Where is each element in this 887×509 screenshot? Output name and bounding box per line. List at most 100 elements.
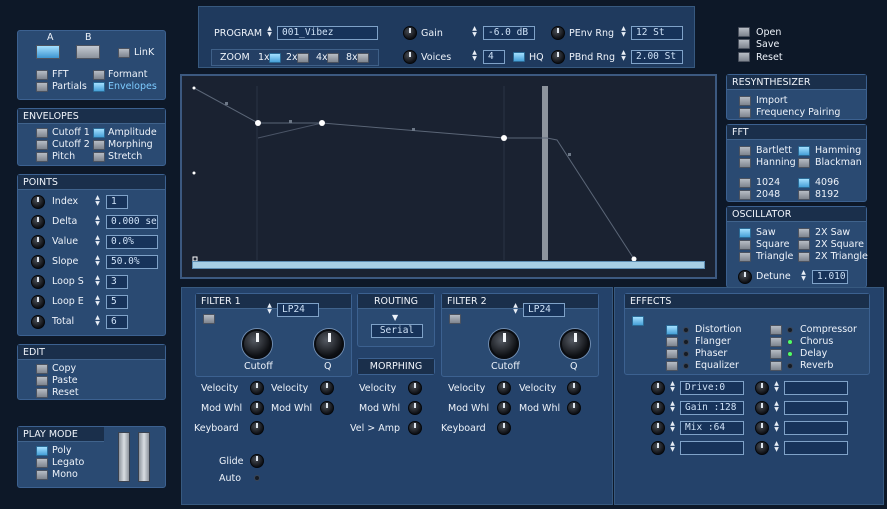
distortion-select[interactable]	[666, 325, 678, 335]
slope-knob[interactable]	[31, 255, 45, 269]
delay-select[interactable]	[770, 349, 782, 359]
filter1-q-knob[interactable]	[314, 329, 344, 359]
filter1-enable[interactable]	[203, 314, 215, 324]
hq-checkbox[interactable]	[513, 52, 525, 62]
open-button[interactable]	[738, 27, 750, 37]
mono-radio[interactable]	[36, 470, 48, 480]
filter2-q-knob[interactable]	[560, 329, 590, 359]
effects-enable[interactable]	[632, 316, 644, 326]
a-button[interactable]	[36, 45, 60, 59]
fx-param4-knob[interactable]	[651, 441, 665, 455]
loop-start-knob[interactable]	[31, 275, 45, 289]
morphing-env-checkbox[interactable]	[93, 140, 105, 150]
legato-radio[interactable]	[36, 458, 48, 468]
f1-keyboard-knob[interactable]	[250, 421, 264, 435]
save-button[interactable]	[738, 39, 750, 49]
total-knob[interactable]	[31, 315, 45, 329]
saw2x-radio[interactable]	[798, 228, 810, 238]
loop-start-stepper[interactable]: ▲ ▼	[94, 275, 101, 289]
fx-param7-field[interactable]	[784, 421, 848, 435]
delta-stepper[interactable]: ▲ ▼	[94, 215, 101, 229]
slope-field[interactable]: 50.0%	[106, 255, 158, 269]
bartlett-radio[interactable]	[739, 146, 751, 156]
loop-end-field[interactable]: 5	[106, 295, 128, 309]
filter1-type-field[interactable]: LP24	[277, 303, 319, 317]
envelope-editor[interactable]	[180, 74, 717, 279]
penv-stepper[interactable]: ▲ ▼	[620, 26, 627, 40]
fx-param3-stepper[interactable]: ▲ ▼	[669, 421, 676, 435]
size-1024-radio[interactable]	[739, 178, 751, 188]
f2-modwhl2-knob[interactable]	[567, 401, 581, 415]
saw-radio[interactable]	[739, 228, 751, 238]
zoom-4x-radio[interactable]	[327, 53, 339, 63]
fx-param1-field[interactable]: Drive:0	[680, 381, 744, 395]
fx-param1-knob[interactable]	[651, 381, 665, 395]
freq-pairing-checkbox[interactable]	[739, 108, 751, 118]
gain-stepper[interactable]: ▲ ▼	[471, 26, 478, 40]
mod-wheel[interactable]	[138, 432, 150, 482]
routing-field[interactable]: Serial	[371, 324, 423, 338]
fx-param3-field[interactable]: Mix :64	[680, 421, 744, 435]
index-stepper[interactable]: ▲ ▼	[94, 195, 101, 209]
total-stepper[interactable]: ▲ ▼	[94, 315, 101, 329]
glide-knob[interactable]	[250, 454, 264, 468]
fx-param7-knob[interactable]	[755, 421, 769, 435]
f2-keyboard-knob[interactable]	[497, 421, 511, 435]
f2-velocity2-knob[interactable]	[567, 381, 581, 395]
import-button[interactable]	[739, 96, 751, 106]
fx-param7-stepper[interactable]: ▲ ▼	[773, 421, 780, 435]
f2-modwhl-knob[interactable]	[497, 401, 511, 415]
index-field[interactable]: 1	[106, 195, 128, 209]
delta-knob[interactable]	[31, 215, 45, 229]
voices-knob[interactable]	[403, 50, 417, 64]
loop-start-field[interactable]: 3	[106, 275, 128, 289]
filter2-enable[interactable]	[449, 314, 461, 324]
square2x-radio[interactable]	[798, 240, 810, 250]
size-2048-radio[interactable]	[739, 190, 751, 200]
filter1-type-stepper[interactable]: ▲ ▼	[266, 303, 273, 317]
penv-knob[interactable]	[551, 26, 565, 40]
hamming-radio[interactable]	[798, 146, 810, 156]
zoom-8x-radio[interactable]	[357, 53, 369, 63]
index-knob[interactable]	[31, 195, 45, 209]
fx-param5-knob[interactable]	[755, 381, 769, 395]
reverb-select[interactable]	[770, 361, 782, 371]
total-field[interactable]: 6	[106, 315, 128, 329]
flanger-select[interactable]	[666, 337, 678, 347]
compressor-select[interactable]	[770, 325, 782, 335]
poly-radio[interactable]	[36, 446, 48, 456]
pbnd-field[interactable]: 2.00 St	[631, 50, 683, 64]
fx-param6-stepper[interactable]: ▲ ▼	[773, 401, 780, 415]
fx-param2-knob[interactable]	[651, 401, 665, 415]
f1-modwhl2-knob[interactable]	[320, 401, 334, 415]
paste-button[interactable]	[36, 376, 48, 386]
envelopes-view-checkbox[interactable]	[93, 82, 105, 92]
copy-button[interactable]	[36, 364, 48, 374]
fx-param5-field[interactable]	[784, 381, 848, 395]
phaser-select[interactable]	[666, 349, 678, 359]
value-knob[interactable]	[31, 235, 45, 249]
detune-knob[interactable]	[738, 270, 752, 284]
f2-velocity-knob[interactable]	[497, 381, 511, 395]
program-stepper[interactable]: ▲ ▼	[266, 26, 273, 40]
slope-stepper[interactable]: ▲ ▼	[94, 255, 101, 269]
partials-view-checkbox[interactable]	[36, 82, 48, 92]
link-checkbox[interactable]	[118, 48, 130, 58]
size-8192-radio[interactable]	[798, 190, 810, 200]
auto-led[interactable]	[254, 475, 260, 481]
triangle2x-radio[interactable]	[798, 252, 810, 262]
hanning-radio[interactable]	[739, 158, 751, 168]
fx-param8-knob[interactable]	[755, 441, 769, 455]
fx-param2-stepper[interactable]: ▲ ▼	[669, 401, 676, 415]
fx-param5-stepper[interactable]: ▲ ▼	[773, 381, 780, 395]
fx-param6-field[interactable]	[784, 401, 848, 415]
edit-reset-button[interactable]	[36, 388, 48, 398]
value-field[interactable]: 0.0%	[106, 235, 158, 249]
fx-param4-stepper[interactable]: ▲ ▼	[669, 441, 676, 455]
b-button[interactable]	[76, 45, 100, 59]
filter2-cutoff-knob[interactable]	[489, 329, 519, 359]
filter2-type-stepper[interactable]: ▲ ▼	[512, 303, 519, 317]
fx-param2-field[interactable]: Gain :128	[680, 401, 744, 415]
f1-velocity2-knob[interactable]	[320, 381, 334, 395]
equalizer-select[interactable]	[666, 361, 678, 371]
